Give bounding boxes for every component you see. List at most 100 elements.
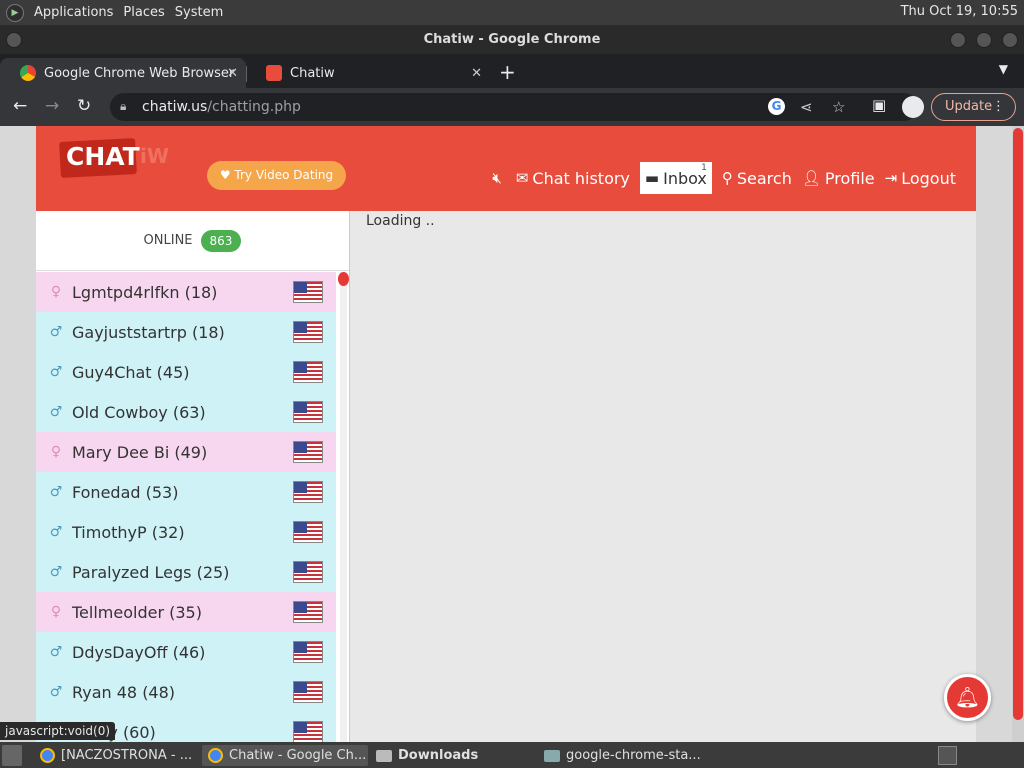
- us-flag-icon: [293, 481, 323, 503]
- maximize-icon[interactable]: [976, 32, 992, 48]
- loading-text: Loading ..: [366, 213, 435, 229]
- user-list-item[interactable]: ♂ DdysDayOff (46): [36, 632, 336, 672]
- tab-strip: Google Chrome Web Browser ✕ Chatiw ✕ + ▼: [0, 54, 1024, 88]
- lock-icon[interactable]: 🔒︎: [120, 99, 126, 114]
- us-flag-icon: [293, 441, 323, 463]
- update-button[interactable]: Update ⋮: [931, 93, 1016, 121]
- logout-icon: ⇥: [884, 169, 898, 187]
- window-titlebar[interactable]: Chatiw - Google Chrome: [0, 25, 1024, 54]
- chrome-icon: [20, 65, 36, 81]
- us-flag-icon: [293, 721, 323, 742]
- user-icon: 👤︎: [801, 169, 821, 187]
- menu-system[interactable]: System: [175, 5, 223, 20]
- us-flag-icon: [293, 601, 323, 623]
- profile-link[interactable]: 👤︎ Profile: [802, 169, 875, 188]
- search-link[interactable]: ⚲ Search: [722, 169, 792, 188]
- tab-google-chrome[interactable]: Google Chrome Web Browser ✕: [0, 58, 246, 88]
- notification-bell-button[interactable]: 🔔︎: [944, 674, 991, 721]
- bookmark-star-icon[interactable]: ☆: [832, 98, 845, 116]
- side-panel-icon[interactable]: ▣: [872, 96, 886, 114]
- user-list-item[interactable]: ♀ Mary Dee Bi (49): [36, 432, 336, 472]
- forward-arrow-icon[interactable]: →: [45, 96, 59, 116]
- tray-chrome-icon[interactable]: [938, 746, 957, 765]
- profile-avatar-icon[interactable]: [902, 96, 924, 118]
- menu-applications[interactable]: Applications: [34, 5, 113, 20]
- taskbar-item-active[interactable]: Chatiw - Google Ch...: [202, 745, 368, 766]
- applications-menu-icon[interactable]: ▶: [6, 3, 24, 22]
- user-list-item[interactable]: ♀ Tellmeolder (35): [36, 592, 336, 632]
- male-icon: ♂: [49, 484, 63, 500]
- site-nav: 🔇︎ ✉ Chat history ▬ Inbox 1 ⚲ Search 👤︎ …: [482, 162, 956, 194]
- user-name: DdysDayOff (46): [72, 642, 206, 662]
- chat-history-link[interactable]: ✉ Chat history: [516, 169, 630, 188]
- mute-icon[interactable]: 🔇︎: [492, 169, 505, 187]
- user-name: Old Cowboy (63): [72, 402, 206, 422]
- user-list-item[interactable]: ♂ TimothyP (32): [36, 512, 336, 552]
- user-list-item[interactable]: ♀ Lgmtpd4rlfkn (18): [36, 272, 336, 312]
- show-desktop-icon[interactable]: [2, 745, 22, 766]
- male-icon: ♂: [49, 684, 63, 700]
- chatiw-site: CHAT iW ♥ Try Video Dating 🔇︎ ✉ Chat his…: [36, 126, 976, 742]
- male-icon: ♂: [49, 524, 63, 540]
- tab-search-chevron-icon[interactable]: ▼: [999, 62, 1008, 76]
- user-list-item[interactable]: ♂ Gayjuststartrp (18): [36, 312, 336, 352]
- status-bar-url: javascript:void(0): [0, 722, 116, 740]
- google-lens-icon[interactable]: G: [768, 98, 785, 115]
- try-video-dating-button[interactable]: ♥ Try Video Dating: [207, 161, 346, 190]
- browser-toolbar: ← → ↻ 🔒︎ chatiw.us/chatting.php G ⋖ ☆ ▣ …: [0, 88, 1024, 126]
- close-window-icon[interactable]: [1002, 32, 1018, 48]
- page-scrollbar[interactable]: [1012, 126, 1024, 742]
- close-tab-icon[interactable]: ✕: [471, 66, 482, 81]
- logout-link[interactable]: ⇥ Logout: [885, 169, 956, 188]
- inbox-count-badge: 1: [701, 163, 707, 173]
- file-icon: [544, 749, 560, 762]
- us-flag-icon: [293, 281, 323, 303]
- us-flag-icon: [293, 641, 323, 663]
- male-icon: ♂: [49, 324, 63, 340]
- female-icon: ♀: [50, 284, 62, 300]
- online-users-panel: ONLINE 863 ♀ Lgmtpd4rlfkn (18) ♂ Gayjuststa…: [36, 211, 349, 742]
- female-icon: ♀: [50, 604, 62, 620]
- user-list-item[interactable]: ♂ Fonedad (53): [36, 472, 336, 512]
- user-list: ♀ Lgmtpd4rlfkn (18) ♂ Gayjuststartrp (18) ♂ G…: [36, 272, 336, 742]
- user-list-item[interactable]: ♂ Guy4Chat (45): [36, 352, 336, 392]
- reload-icon[interactable]: ↻: [77, 96, 91, 116]
- male-icon: ♂: [49, 564, 63, 580]
- back-arrow-icon[interactable]: ←: [13, 96, 27, 116]
- search-icon: ⚲: [721, 169, 733, 187]
- address-bar[interactable]: 🔒︎ chatiw.us/chatting.php G ⋖ ☆: [110, 93, 918, 121]
- chatiw-logo[interactable]: CHAT iW: [58, 132, 176, 190]
- share-icon[interactable]: ⋖: [800, 98, 813, 116]
- minimize-icon[interactable]: [950, 32, 966, 48]
- taskbar-item[interactable]: Downloads: [370, 745, 536, 766]
- clock[interactable]: Thu Oct 19, 10:55: [901, 4, 1018, 19]
- user-list-item[interactable]: ♂ Paralyzed Legs (25): [36, 552, 336, 592]
- us-flag-icon: [293, 681, 323, 703]
- us-flag-icon: [293, 521, 323, 543]
- user-list-scrollbar[interactable]: [338, 272, 349, 742]
- user-name: Gayjuststartrp (18): [72, 322, 225, 342]
- user-list-item[interactable]: ♂ Old Cowboy (63): [36, 392, 336, 432]
- user-name: Ryan 48 (48): [72, 682, 176, 702]
- male-icon: ♂: [49, 404, 63, 420]
- new-tab-button[interactable]: +: [499, 60, 516, 84]
- folder-icon: [376, 749, 392, 762]
- user-name: Lgmtpd4rlfkn (18): [72, 282, 218, 302]
- tab-chatiw[interactable]: Chatiw ✕: [246, 58, 490, 88]
- taskbar-item[interactable]: google-chrome-sta...: [538, 745, 718, 766]
- menu-places[interactable]: Places: [123, 5, 164, 20]
- online-label: ONLINE: [143, 233, 193, 248]
- user-name: Mary Dee Bi (49): [72, 442, 208, 462]
- more-menu-icon[interactable]: ⋮: [992, 94, 1005, 120]
- us-flag-icon: [293, 401, 323, 423]
- user-list-item[interactable]: ♂ Ryan 48 (48): [36, 672, 336, 712]
- chrome-icon: [40, 748, 55, 763]
- window-menu-icon[interactable]: [6, 32, 22, 48]
- close-tab-icon[interactable]: ✕: [227, 66, 238, 81]
- taskbar: [NACZOSTRONA - ... Chatiw - Google Ch...…: [0, 743, 1024, 768]
- inbox-link[interactable]: ▬ Inbox 1: [639, 162, 712, 194]
- url-text[interactable]: chatiw.us/chatting.php: [142, 99, 301, 115]
- chatiw-favicon: [266, 65, 282, 81]
- tab-label: Google Chrome Web Browser: [44, 65, 235, 81]
- taskbar-item[interactable]: [NACZOSTRONA - ...: [34, 745, 200, 766]
